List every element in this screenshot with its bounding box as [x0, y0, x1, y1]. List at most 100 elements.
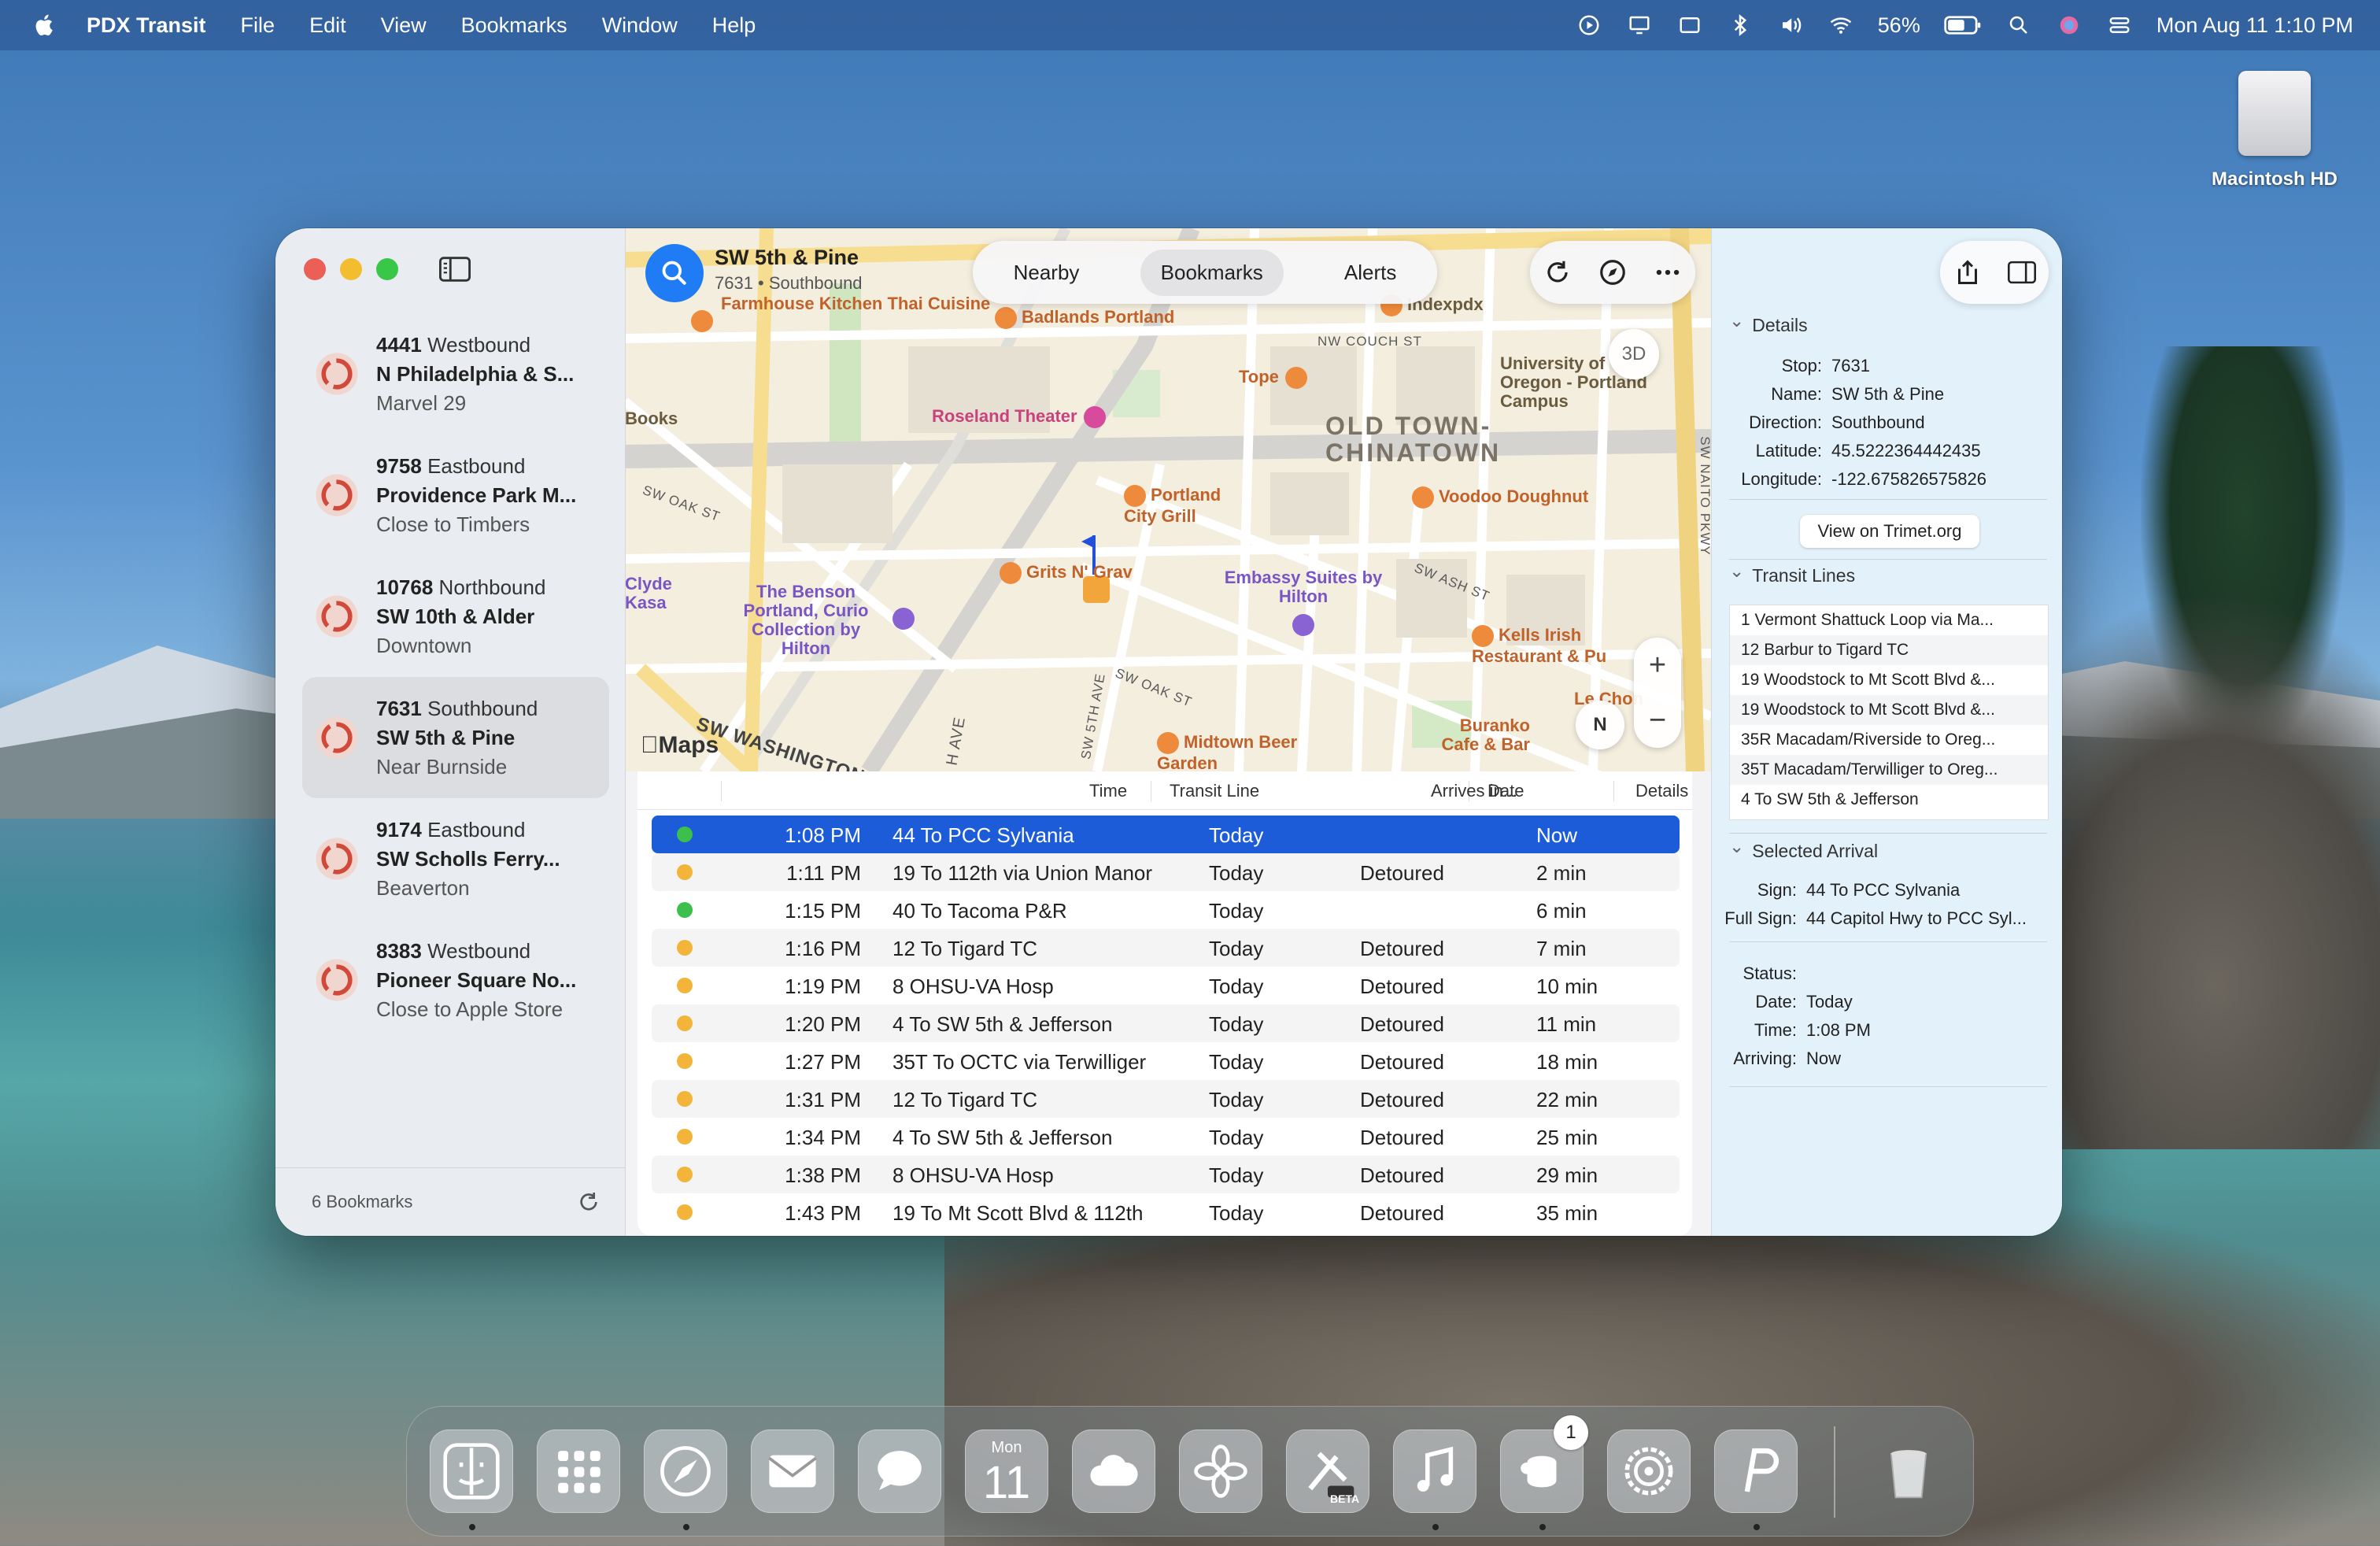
bookmark-item[interactable]: 4441 Westbound N Philadelphia & S... Mar…	[302, 313, 609, 435]
selected-arrival-section-header[interactable]: Selected Arrival	[1729, 841, 1878, 862]
transit-line-item[interactable]: 12 Barbur to Tigard TC	[1730, 635, 2048, 665]
tab-nearby[interactable]: Nearby	[993, 250, 1100, 296]
refresh-icon[interactable]	[1543, 257, 1572, 287]
poi-clyde-kasa[interactable]: Clyde Kasa	[625, 575, 696, 612]
bookmark-item[interactable]: 9758 Eastbound Providence Park M... Clos…	[302, 435, 609, 556]
dock-photos[interactable]	[1179, 1429, 1262, 1513]
table-row-selected[interactable]: 1:08 PM 44 To PCC Sylvania Today Now	[652, 816, 1680, 853]
cell-date: Today	[1209, 975, 1264, 998]
share-icon[interactable]	[1953, 258, 1982, 287]
compass-location-icon[interactable]	[1598, 257, 1628, 287]
tab-alerts[interactable]: Alerts	[1324, 250, 1417, 296]
transit-line-item[interactable]: 19 Woodstock to Mt Scott Blvd &...	[1730, 695, 2048, 725]
column-arrives-in[interactable]: Arrives in...	[1431, 781, 1517, 801]
minimize-window-button[interactable]	[340, 258, 362, 280]
dock-finder[interactable]	[430, 1429, 513, 1513]
table-row[interactable]: 1:11 PM 19 To 112th via Union Manor Today D…	[652, 853, 1680, 891]
input-source-icon[interactable]	[1676, 13, 1703, 37]
transit-lines-section-header[interactable]: Transit Lines	[1729, 565, 1855, 586]
column-transit-line[interactable]: Transit Line	[1170, 781, 1259, 801]
spotlight-search-icon[interactable]	[2005, 13, 2032, 37]
refresh-icon[interactable]	[576, 1189, 601, 1215]
poi-buranko[interactable]: Buranko Cafe & Bar	[1420, 716, 1530, 754]
details-section-header[interactable]: Details	[1729, 315, 1807, 336]
window-menu[interactable]: Window	[602, 13, 678, 38]
poi-roseland-theater[interactable]: Roseland Theater	[932, 406, 1111, 428]
transit-line-item[interactable]: 19 Woodstock to Mt Scott Blvd &...	[1730, 665, 2048, 695]
table-row[interactable]: 1:15 PM 40 To Tacoma P&R Today 6 min	[652, 891, 1680, 929]
view-on-trimet-button[interactable]: View on Trimet.org	[1800, 515, 1979, 548]
dock-trash[interactable]	[1867, 1429, 1950, 1513]
bluetooth-icon[interactable]	[1727, 13, 1754, 37]
column-details[interactable]: Details	[1635, 781, 1688, 801]
table-row[interactable]: 1:34 PM 4 To SW 5th & Jefferson Today Detou…	[652, 1118, 1680, 1156]
play-circle-icon[interactable]	[1576, 13, 1602, 37]
bookmark-item[interactable]: 10768 Northbound SW 10th & Alder Downtow…	[302, 556, 609, 677]
dock-mail[interactable]	[751, 1429, 834, 1513]
poi-midtown-beer-garden[interactable]: Midtown Beer Garden	[1157, 732, 1299, 771]
poi-tope[interactable]: Tope	[1239, 367, 1312, 389]
table-row[interactable]: 1:19 PM 8 OHSU-VA Hosp Today Detoured 10 min	[652, 967, 1680, 1004]
inspector-toggle-icon[interactable]	[2007, 258, 2036, 287]
bookmark-item[interactable]: 8383 Westbound Pioneer Square No... Clos…	[302, 919, 609, 1041]
view-menu[interactable]: View	[381, 13, 427, 38]
display-icon[interactable]	[1626, 13, 1653, 37]
volume-icon[interactable]	[1777, 13, 1804, 37]
dock-system-settings[interactable]	[1607, 1429, 1691, 1513]
map-compass[interactable]: N	[1576, 701, 1624, 749]
table-row[interactable]: 1:38 PM 8 OHSU-VA Hosp Today Detoured 29 min	[652, 1156, 1680, 1193]
transit-line-item[interactable]: 35T Macadam/Terwilliger to Oreg...	[1730, 755, 2048, 785]
poi-books[interactable]: Books	[625, 409, 678, 428]
apple-menu-icon[interactable]	[31, 12, 58, 39]
dock-music[interactable]	[1393, 1429, 1476, 1513]
poi-the-benson[interactable]: The Benson Portland, Curio Collection by…	[735, 583, 877, 658]
menubar-clock[interactable]: Mon Aug 11 1:10 PM	[2156, 13, 2353, 38]
table-row[interactable]: 1:43 PM 19 To Mt Scott Blvd & 112th Today D…	[652, 1193, 1680, 1231]
macintosh-hd[interactable]: Macintosh HD	[2204, 71, 2345, 190]
transit-line-item[interactable]: 35R Macadam/Riverside to Oreg...	[1730, 725, 2048, 755]
poi-kells-irish[interactable]: Kells Irish Restaurant & Pu	[1472, 625, 1629, 666]
bookmark-item-selected[interactable]: 7631 Southbound SW 5th & Pine Near Burns…	[302, 677, 609, 798]
dock-safari[interactable]	[644, 1429, 727, 1513]
wifi-icon[interactable]	[1828, 13, 1854, 37]
bookmark-item[interactable]: 9174 Eastbound SW Scholls Ferry... Beave…	[302, 798, 609, 919]
poi-voodoo-doughnut[interactable]: Voodoo Doughnut	[1412, 486, 1588, 509]
transit-line-item[interactable]: 1 Vermont Shattuck Loop via Ma...	[1730, 605, 2048, 635]
table-row[interactable]: 1:20 PM 4 To SW 5th & Jefferson Today Detou…	[652, 1004, 1680, 1042]
dock-pockity[interactable]	[1714, 1429, 1798, 1513]
column-time[interactable]: Time	[1089, 781, 1127, 801]
poi-badlands[interactable]: Badlands Portland	[995, 307, 1174, 329]
poi-grits-n-grav[interactable]: Grits N' Grav	[1000, 562, 1133, 584]
battery-icon[interactable]	[1944, 13, 1982, 37]
dock-messages[interactable]	[858, 1429, 941, 1513]
siri-icon[interactable]	[2056, 13, 2082, 37]
more-icon[interactable]	[1653, 257, 1683, 287]
dock-calendar[interactable]: Mon 11	[965, 1429, 1048, 1513]
bookmarks-menu[interactable]: Bookmarks	[461, 13, 567, 38]
help-menu[interactable]: Help	[712, 13, 756, 38]
dock-launchpad[interactable]	[537, 1429, 620, 1513]
search-button[interactable]	[645, 244, 704, 302]
poi-farmhouse-kitchen[interactable]	[691, 294, 718, 332]
app-menu[interactable]: PDX Transit	[87, 13, 206, 38]
poi-portland-city-grill[interactable]: Portland City Grill	[1124, 485, 1234, 526]
table-row[interactable]: 1:31 PM 12 To Tigard TC Today Detoured 22 mi…	[652, 1080, 1680, 1118]
dock-icloud[interactable]	[1072, 1429, 1155, 1513]
zoom-in-button[interactable]: +	[1634, 638, 1681, 693]
sidebar-toggle-icon[interactable]	[439, 257, 471, 282]
transit-line-item[interactable]: 4 To SW 5th & Jefferson	[1730, 785, 2048, 815]
poi-embassy-suites[interactable]: Embassy Suites by Hilton	[1217, 568, 1390, 606]
map-3d-button[interactable]: 3D	[1609, 329, 1659, 379]
close-window-button[interactable]	[304, 258, 326, 280]
table-row[interactable]: 1:16 PM 12 To Tigard TC Today Detoured 7 min	[652, 929, 1680, 967]
dock-xcode-beta[interactable]: BETA	[1286, 1429, 1369, 1513]
zoom-window-button[interactable]	[376, 258, 398, 280]
file-menu[interactable]: File	[241, 13, 275, 38]
table-row[interactable]: 1:27 PM 35T To OCTC via Terwilliger Today D…	[652, 1042, 1680, 1080]
zoom-out-button[interactable]: −	[1634, 693, 1681, 748]
dock-mastodon[interactable]: 1	[1500, 1415, 1588, 1513]
map-view[interactable]: Farmhouse Kitchen Thai Cuisine Badlands …	[625, 228, 1711, 771]
control-center-icon[interactable]	[2106, 13, 2133, 37]
tab-bookmarks[interactable]: Bookmarks	[1140, 249, 1284, 296]
edit-menu[interactable]: Edit	[309, 13, 346, 38]
